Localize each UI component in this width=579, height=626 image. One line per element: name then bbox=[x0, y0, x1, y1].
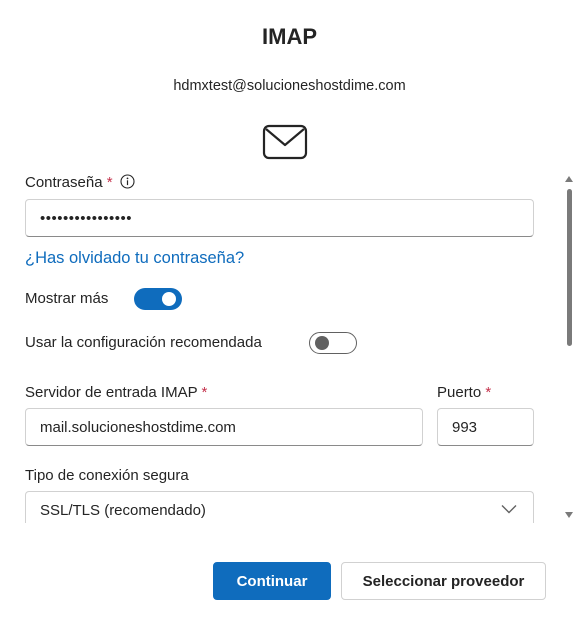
connection-type-value: SSL/TLS (recomendado) bbox=[40, 501, 206, 519]
show-more-toggle[interactable] bbox=[134, 288, 182, 310]
account-settings-form: Contraseña * •••••••••••••••• ¿Has olvid… bbox=[0, 165, 579, 523]
scroll-up-arrow-icon[interactable] bbox=[565, 176, 573, 182]
password-value: •••••••••••••••• bbox=[40, 209, 133, 227]
port-field[interactable]: 993 bbox=[437, 408, 534, 446]
scrollbar-thumb[interactable] bbox=[567, 189, 572, 346]
toggle-knob bbox=[315, 336, 329, 350]
select-provider-button[interactable]: Seleccionar proveedor bbox=[341, 562, 546, 600]
password-label: Contraseña * bbox=[25, 174, 135, 191]
continue-button[interactable]: Continuar bbox=[213, 562, 331, 600]
page-title: IMAP bbox=[262, 24, 317, 49]
password-field[interactable]: •••••••••••••••• bbox=[25, 199, 534, 237]
incoming-server-label-text: Servidor de entrada IMAP bbox=[25, 384, 198, 401]
required-mark: * bbox=[485, 384, 492, 401]
connection-type-select[interactable]: SSL/TLS (recomendado) bbox=[25, 491, 534, 523]
port-value: 993 bbox=[452, 418, 478, 436]
connection-type-label: Tipo de conexión segura bbox=[25, 467, 189, 484]
show-more-label: Mostrar más bbox=[25, 290, 109, 307]
port-label: Puerto * bbox=[437, 384, 491, 401]
info-icon[interactable] bbox=[120, 174, 135, 189]
mail-icon bbox=[262, 124, 308, 160]
recommended-settings-toggle[interactable] bbox=[309, 332, 357, 354]
forgot-password-link[interactable]: ¿Has olvidado tu contraseña? bbox=[25, 249, 244, 268]
port-label-text: Puerto bbox=[437, 384, 482, 401]
incoming-server-label: Servidor de entrada IMAP * bbox=[25, 384, 207, 401]
form-scrollbar[interactable] bbox=[562, 172, 576, 524]
incoming-server-value: mail.solucioneshostdime.com bbox=[40, 418, 236, 436]
required-mark: * bbox=[106, 174, 113, 191]
toggle-knob bbox=[162, 292, 176, 306]
recommended-settings-label: Usar la configuración recomendada bbox=[25, 334, 262, 351]
account-email: hdmxtest@solucioneshostdime.com bbox=[173, 78, 406, 94]
chevron-down-icon bbox=[501, 505, 517, 514]
scroll-down-arrow-icon[interactable] bbox=[565, 512, 573, 518]
required-mark: * bbox=[201, 384, 208, 401]
password-label-text: Contraseña bbox=[25, 174, 103, 191]
incoming-server-field[interactable]: mail.solucioneshostdime.com bbox=[25, 408, 423, 446]
